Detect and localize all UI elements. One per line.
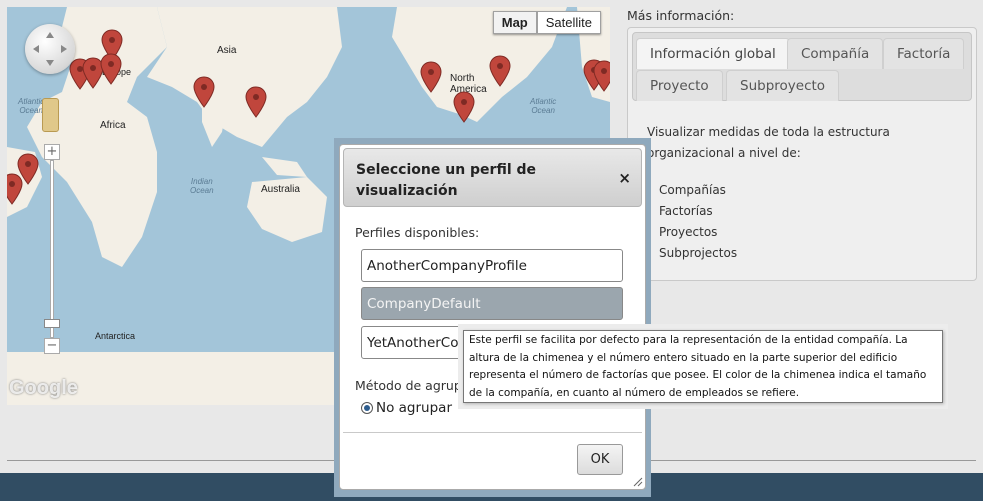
info-body-text: Visualizar medidas de toda la estructura… — [647, 125, 890, 160]
map-marker-icon[interactable] — [100, 53, 122, 85]
tab-compania[interactable]: Compañía — [787, 38, 884, 69]
zoom-in-button[interactable]: + — [44, 144, 60, 160]
map-type-satellite-button[interactable]: Satellite — [536, 11, 601, 34]
zoom-control: + − — [44, 144, 60, 356]
label-indian-ocean: Indian Ocean — [190, 177, 214, 195]
label-antarctica: Antarctica — [95, 331, 136, 341]
tab-subproyecto[interactable]: Subproyecto — [726, 70, 840, 101]
profiles-label: Perfiles disponibles: — [355, 225, 480, 240]
radio-button[interactable] — [361, 402, 373, 414]
dialog-title: Seleccione un perfil de visualización — [356, 162, 537, 199]
map-type-map-button[interactable]: Map — [492, 11, 537, 34]
profile-tooltip: Este perfil se facilita por defecto para… — [463, 330, 943, 403]
map-marker-icon[interactable] — [245, 86, 267, 118]
map-marker-icon[interactable] — [453, 91, 475, 123]
label-africa: Africa — [100, 120, 126, 131]
google-logo: Google — [9, 377, 78, 399]
info-panel: Información global Compañía Factoría Pro… — [627, 27, 977, 281]
profile-option-company-default[interactable]: CompanyDefault — [361, 287, 623, 320]
map-marker-icon[interactable] — [7, 173, 23, 205]
map-marker-icon[interactable] — [593, 60, 610, 92]
label-atlantic-ocean-right: Atlantic Ocean — [530, 97, 557, 115]
info-tabs: Información global Compañía Factoría Pro… — [632, 32, 972, 101]
zoom-out-button[interactable]: − — [44, 338, 60, 354]
zoom-slider-thumb[interactable] — [44, 319, 60, 328]
label-atlantic-ocean-left: Atlantic Ocean — [18, 97, 45, 115]
ok-button[interactable]: OK — [577, 444, 623, 475]
pan-arrows-icon — [33, 32, 67, 66]
map-marker-icon[interactable] — [193, 76, 215, 108]
profile-option-another-company-profile[interactable]: AnotherCompanyProfile — [361, 249, 623, 282]
profile-dialog: Seleccione un perfil de visualización × … — [339, 144, 646, 490]
info-list: Compañías Factorías Proyectos Subproject… — [647, 180, 972, 264]
list-item: Compañías — [659, 180, 972, 201]
map-marker-icon[interactable] — [489, 55, 511, 87]
dialog-header[interactable]: Seleccione un perfil de visualización × — [343, 148, 642, 207]
close-icon[interactable]: × — [618, 169, 631, 187]
street-view-pegman-icon[interactable] — [42, 98, 59, 132]
zoom-slider-track[interactable] — [50, 160, 54, 338]
label-australia: Australia — [261, 184, 300, 195]
info-heading: Más información: — [627, 8, 735, 23]
list-item: Proyectos — [659, 222, 972, 243]
dialog-divider — [343, 432, 642, 433]
pan-control[interactable] — [25, 24, 75, 74]
resize-handle-icon[interactable] — [633, 477, 643, 487]
list-item: Subprojectos — [659, 243, 972, 264]
label-asia: Asia — [217, 45, 237, 56]
list-item: Factorías — [659, 201, 972, 222]
tab-informacion-global[interactable]: Información global — [636, 38, 790, 69]
grouping-option[interactable]: No agrupar — [361, 400, 452, 416]
tab-proyecto[interactable]: Proyecto — [636, 70, 723, 101]
map-marker-icon[interactable] — [420, 61, 442, 93]
grouping-option-label: No agrupar — [376, 400, 452, 416]
map-type-control: Map Satellite — [492, 11, 601, 34]
info-body: Visualizar medidas de toda la estructura… — [647, 122, 972, 264]
tab-factoria[interactable]: Factoría — [883, 38, 965, 69]
